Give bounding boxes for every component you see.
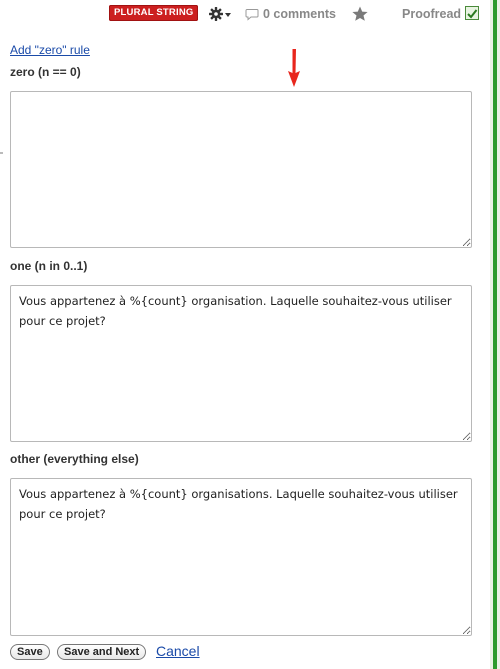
arrow-down-icon xyxy=(288,49,300,87)
other-translation-field[interactable] xyxy=(10,478,472,636)
green-border-line xyxy=(493,0,497,669)
one-rule-label: one (n in 0..1) xyxy=(10,259,88,273)
star-icon xyxy=(352,6,368,21)
star-button[interactable] xyxy=(351,5,369,23)
proofread-checkbox[interactable] xyxy=(465,6,480,20)
comment-icon xyxy=(245,8,259,21)
zero-rule-label: zero (n == 0) xyxy=(10,65,81,79)
one-translation-field[interactable] xyxy=(10,285,472,442)
proofread-label: Proofread xyxy=(402,7,462,21)
plural-string-badge: PLURAL STRING xyxy=(109,5,199,21)
save-button[interactable]: Save xyxy=(10,644,50,660)
other-rule-label: other (everything else) xyxy=(10,452,139,466)
comments-link[interactable]: 0 comments xyxy=(245,5,336,23)
left-edge-mark xyxy=(0,152,3,154)
right-edge-border xyxy=(490,0,500,669)
settings-menu[interactable] xyxy=(208,4,234,24)
checkmark-icon xyxy=(467,9,478,19)
gear-icon xyxy=(209,7,231,21)
zero-translation-field[interactable] xyxy=(10,91,472,248)
save-and-next-button[interactable]: Save and Next xyxy=(57,644,147,660)
proofread-control: Proofread xyxy=(402,5,480,23)
cancel-link[interactable]: Cancel xyxy=(156,643,200,659)
comments-count: 0 comments xyxy=(263,7,336,21)
add-zero-rule-link[interactable]: Add "zero" rule xyxy=(10,43,90,57)
chevron-down-icon xyxy=(225,13,231,17)
